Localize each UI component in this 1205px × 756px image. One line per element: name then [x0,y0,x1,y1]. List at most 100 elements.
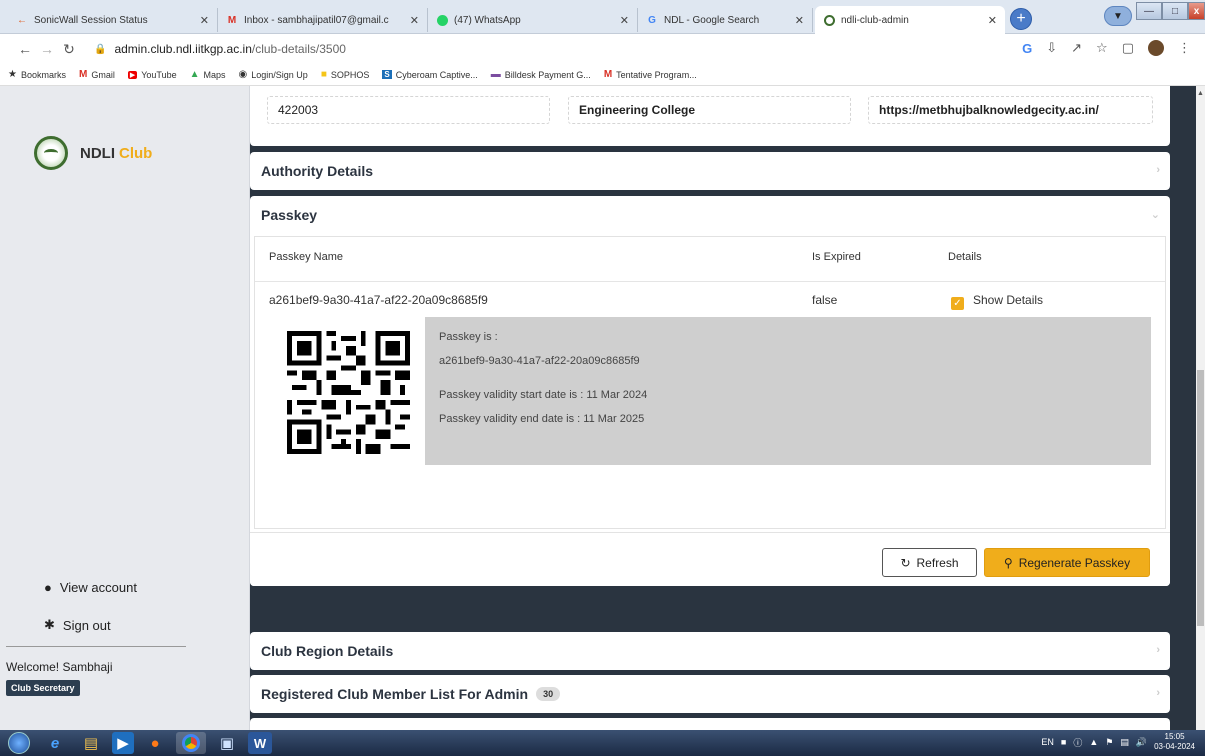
tab-label: NDL - Google Search [664,14,760,26]
bookmark-item[interactable]: ★ Bookmarks [8,69,66,80]
passkey-table: Passkey Name Is Expired Details a261bef9… [254,236,1166,529]
role-badge: Club Secretary [6,680,80,696]
side-panel-icon[interactable]: ▢ [1122,40,1134,56]
bookmark-item[interactable]: M Gmail [79,69,115,80]
passkey-section: Passkey ⌄ Passkey Name Is Expired Detail… [250,196,1170,586]
tab-sonicwall[interactable]: ← SonicWall Session Status ✕ [8,8,218,32]
bookmark-item[interactable]: S Cyberoam Captive... [382,69,478,80]
section-header[interactable]: Passkey ⌄ [250,196,1170,234]
sidebar-divider [6,646,186,647]
close-icon[interactable]: ✕ [200,14,209,27]
bookmark-label: YouTube [141,69,177,80]
tab-gmail[interactable]: M Inbox - sambhajipatil07@gmail.c ✕ [218,8,428,32]
bookmark-item[interactable]: M Tentative Program... [604,69,697,80]
sign-out-label: Sign out [62,617,111,633]
brand-prefix: NDLI [80,144,115,162]
close-icon[interactable]: ✕ [620,14,629,27]
billdesk-icon: ▬ [490,69,501,80]
close-icon[interactable]: ✕ [795,14,804,27]
scroll-up-icon[interactable]: ▲ [1196,90,1205,97]
tab-whatsapp[interactable]: (47) WhatsApp ✕ [428,8,638,32]
show-details-label: Show Details [973,293,1044,307]
passkey-start-date: Passkey validity start date is : 11 Mar … [439,389,648,401]
browser-menu-icon[interactable]: ⋮ [1178,40,1191,56]
passkey-actions: ↻ Refresh ⚲ Regenerate Passkey [250,532,1170,586]
tab-ndli-club-admin[interactable]: ndli-club-admin ✕ [815,6,1005,34]
bookmark-label: Maps [203,69,226,80]
view-account-link[interactable]: ● View account [44,580,137,595]
chrome-icon[interactable] [176,732,206,754]
maximize-icon[interactable]: □ [1162,2,1188,20]
browser-tab-bar: ← SonicWall Session Status ✕ M Inbox - s… [0,0,1205,34]
page-margin [1170,86,1196,730]
chevron-right-icon: › [1156,687,1160,699]
window-close: x [1188,2,1205,22]
page-scrollbar[interactable]: ▲ [1196,86,1205,730]
whatsapp-icon [436,14,448,26]
club-region-section[interactable]: Club Region Details › [250,632,1170,670]
windows-taskbar: e ▤ ▶ ● ▣ W EN ■ ⓘ ▲ ⚑ ▤ 🔊 15:05 03-04-2… [0,730,1205,756]
url-field[interactable]: 🔒 admin.club.ndl.iitkgp.ac.in/club-detai… [94,42,346,56]
section-title: Authority Details [261,163,374,179]
scrollbar-thumb[interactable] [1197,370,1204,626]
bookmark-item[interactable]: ◉ Login/Sign Up [239,69,308,80]
close-icon[interactable]: ✕ [988,14,997,27]
volume-icon[interactable]: 🔊 [1136,737,1147,748]
google-icon: G [648,14,656,26]
forward-icon[interactable]: → [36,41,58,57]
member-list-section[interactable]: Registered Club Member List For Admin 30… [250,675,1170,713]
profile-avatar[interactable] [1148,40,1164,56]
system-tray: EN ■ ⓘ ▲ ⚑ ▤ 🔊 15:05 03-04-2024 [1041,732,1195,752]
firefox-icon[interactable]: ● [140,732,170,754]
flag-icon[interactable]: ⚑ [1105,737,1113,748]
google-lens-icon[interactable]: G [1022,41,1032,56]
pincode-field: 422003 [267,96,550,124]
tab-label: SonicWall Session Status [34,14,148,26]
window-icon[interactable]: ▣ [212,732,242,754]
show-details-checkbox[interactable]: ✓ Show Details [951,293,1043,310]
bookmark-item[interactable]: ▶ YouTube [127,69,177,80]
back-icon[interactable]: ← [14,41,36,57]
refresh-label: Refresh [916,555,959,570]
minimize-icon[interactable]: — [1136,2,1162,20]
regenerate-passkey-button[interactable]: ⚲ Regenerate Passkey [984,548,1150,577]
section-header: Authority Details › [250,152,1170,190]
install-icon[interactable]: ⇩ [1046,40,1057,56]
authority-details-section[interactable]: Authority Details › [250,152,1170,190]
clock[interactable]: 15:05 03-04-2024 [1154,732,1195,752]
tab-search-icon[interactable]: ▼ [1104,6,1132,26]
internet-explorer-icon[interactable]: e [40,732,70,754]
section-title: Passkey [261,207,318,223]
bookmark-item[interactable]: ▲ Maps [190,69,226,80]
word-icon[interactable]: W [248,732,272,754]
section-header: Club Region Details › [250,632,1170,670]
start-button[interactable] [4,732,34,754]
reload-icon[interactable]: ↻ [58,41,80,58]
bookmark-label: SOPHOS [330,69,370,80]
bookmark-star-icon[interactable]: ☆ [1096,40,1108,56]
keyboard-icon[interactable]: ■ [1061,737,1066,747]
help-icon[interactable]: ⓘ [1073,736,1082,749]
language-indicator[interactable]: EN [1041,737,1054,747]
network-icon[interactable]: ▤ [1120,737,1129,748]
refresh-button[interactable]: ↻ Refresh [882,548,977,577]
url-path: /club-details/3500 [251,42,346,56]
tab-google[interactable]: G NDL - Google Search ✕ [638,8,813,32]
new-tab-button[interactable]: + [1010,8,1032,30]
bookmark-item[interactable]: ▬ Billdesk Payment G... [491,69,591,80]
bookmark-label: Login/Sign Up [251,69,308,80]
media-player-icon[interactable]: ▶ [112,732,134,754]
bookmark-item[interactable]: ■ SOPHOS [321,69,370,80]
share-icon[interactable]: ↗ [1071,40,1082,56]
file-explorer-icon[interactable]: ▤ [76,732,106,754]
show-hidden-icons[interactable]: ▲ [1089,737,1098,747]
close-icon[interactable]: ✕ [410,14,419,27]
sign-out-link[interactable]: ✱ Sign out [44,617,111,633]
is-expired-cell: false [812,293,838,307]
close-window-icon[interactable]: x [1188,2,1205,20]
section-header: Registered Club Member List For Admin 30… [250,675,1170,713]
section-title: Club Region Details [261,643,394,659]
ndli-club-logo[interactable]: NDLI Club [34,136,152,170]
bookmark-label: Bookmarks [20,69,66,80]
bookmark-label: Cyberoam Captive... [395,69,478,80]
